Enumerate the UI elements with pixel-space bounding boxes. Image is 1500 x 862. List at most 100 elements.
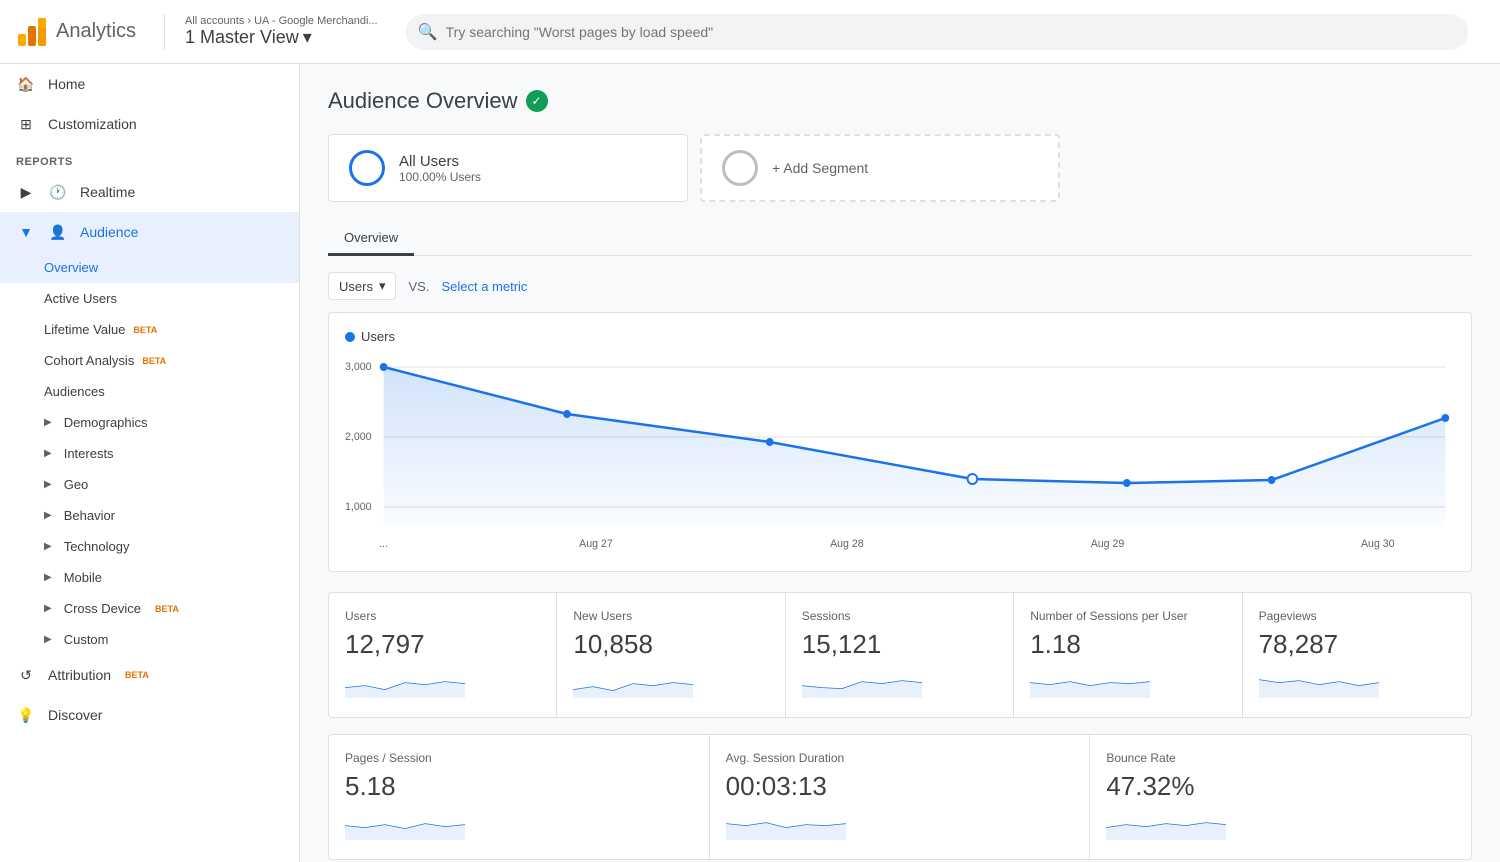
sidebar-group-demographics[interactable]: ▶ Demographics xyxy=(0,407,299,438)
metric-label-pages-session: Pages / Session xyxy=(345,751,693,765)
search-bar[interactable]: 🔍 xyxy=(406,14,1468,50)
sidebar-sub-cohort[interactable]: Cohort Analysis BETA xyxy=(0,345,299,376)
sidebar-sub-overview[interactable]: Overview xyxy=(0,252,299,283)
clock-icon: 🕐 xyxy=(48,182,68,202)
segment-circle-blue xyxy=(349,150,385,186)
sidebar-group-behavior[interactable]: ▶ Behavior xyxy=(0,500,299,531)
sidebar-sub-lifetime-value[interactable]: Lifetime Value BETA xyxy=(0,314,299,345)
segments-row: All Users 100.00% Users + Add Segment xyxy=(328,134,1472,202)
sidebar-group-technology[interactable]: ▶ Technology xyxy=(0,531,299,562)
logo-area: Analytics xyxy=(16,16,136,48)
sidebar-group-mobile[interactable]: ▶ Mobile xyxy=(0,562,299,593)
add-segment-label: + Add Segment xyxy=(772,160,868,176)
sidebar-group-header-custom[interactable]: ▶ Custom xyxy=(0,624,299,655)
sidebar-sub-active-users[interactable]: Active Users xyxy=(0,283,299,314)
metric-dropdown-arrow: ▾ xyxy=(379,278,386,294)
sidebar-sub-audiences[interactable]: Audiences xyxy=(0,376,299,407)
sidebar-sub-item-lifetime-value[interactable]: Lifetime Value BETA xyxy=(44,314,299,345)
sidebar-item-discover[interactable]: 💡 Discover xyxy=(0,695,299,735)
svg-text:1,000: 1,000 xyxy=(345,501,372,513)
sidebar-group-cross-device[interactable]: ▶ Cross Device BETA xyxy=(0,593,299,624)
sidebar-group-header-mobile[interactable]: ▶ Mobile xyxy=(0,562,299,593)
sidebar-group-header-cross-device[interactable]: ▶ Cross Device BETA xyxy=(0,593,299,624)
cohort-beta-badge: BETA xyxy=(142,356,166,366)
tabs-row: Overview xyxy=(328,222,1472,256)
metric-label-pageviews: Pageviews xyxy=(1259,609,1455,623)
realtime-label: Realtime xyxy=(80,184,135,200)
home-label: Home xyxy=(48,76,85,92)
sidebar-group-header-technology[interactable]: ▶ Technology xyxy=(0,531,299,562)
metric-label-sessions-per-user: Number of Sessions per User xyxy=(1030,609,1225,623)
svg-text:Aug 27: Aug 27 xyxy=(579,538,613,550)
custom-chevron-icon: ▶ xyxy=(44,634,52,645)
sparkline-avg-session-duration xyxy=(726,810,846,840)
sparkline-sessions-per-user xyxy=(1030,668,1150,698)
metric-cell-avg-session-duration: Avg. Session Duration 00:03:13 xyxy=(710,735,1091,859)
sidebar-sub-item-cohort[interactable]: Cohort Analysis BETA xyxy=(44,345,299,376)
select-metric-link[interactable]: Select a metric xyxy=(441,279,527,294)
search-input[interactable] xyxy=(406,14,1468,50)
sidebar-group-custom[interactable]: ▶ Custom xyxy=(0,624,299,655)
segment-sub: 100.00% Users xyxy=(399,170,481,184)
metrics-grid-2: Pages / Session 5.18 Avg. Session Durati… xyxy=(328,734,1472,860)
attribution-label: Attribution xyxy=(48,667,111,683)
attribution-beta-badge: BETA xyxy=(125,670,149,680)
search-icon: 🔍 xyxy=(418,22,438,42)
metric-label-new-users: New Users xyxy=(573,609,768,623)
metric-dropdown[interactable]: Users ▾ xyxy=(328,272,396,300)
sidebar-item-home[interactable]: 🏠 Home xyxy=(0,64,299,104)
chart-wrapper: Users 3,000 2,000 1,000 xyxy=(328,312,1472,572)
topbar: Analytics All accounts › UA - Google Mer… xyxy=(0,0,1500,64)
metrics-grid-1: Users 12,797 New Users 10,858 Sessions 1… xyxy=(328,592,1472,718)
line-chart: 3,000 2,000 1,000 xyxy=(345,352,1455,552)
app-title: Analytics xyxy=(56,20,136,43)
sparkline-bounce-rate xyxy=(1106,810,1226,840)
metric-dropdown-label: Users xyxy=(339,279,373,294)
mobile-chevron-icon: ▶ xyxy=(44,572,52,583)
sidebar-item-audience[interactable]: ▼ 👤 Audience xyxy=(0,212,299,252)
sidebar-item-realtime[interactable]: ▶ 🕐 Realtime xyxy=(0,172,299,212)
reports-section-label: REPORTS xyxy=(0,144,299,172)
svg-text:Aug 30: Aug 30 xyxy=(1361,538,1395,550)
metric-cell-pages-session: Pages / Session 5.18 xyxy=(329,735,710,859)
sidebar-item-customization[interactable]: ⊞ Customization xyxy=(0,104,299,144)
metric-value-users: 12,797 xyxy=(345,629,540,660)
audience-collapse-icon: ▼ xyxy=(16,222,36,242)
metric-cell-new-users: New Users 10,858 xyxy=(557,593,785,717)
chart-controls: Users ▾ VS. Select a metric xyxy=(328,272,1472,300)
metric-cell-pageviews: Pageviews 78,287 xyxy=(1243,593,1471,717)
svg-text:...: ... xyxy=(379,538,388,550)
metric-cell-sessions: Sessions 15,121 xyxy=(786,593,1014,717)
legend-dot-users xyxy=(345,332,355,342)
segment-circle-grey xyxy=(722,150,758,186)
technology-chevron-icon: ▶ xyxy=(44,541,52,552)
sidebar-group-interests[interactable]: ▶ Interests xyxy=(0,438,299,469)
metric-value-sessions-per-user: 1.18 xyxy=(1030,629,1225,660)
sidebar-item-attribution[interactable]: ↺ Attribution BETA xyxy=(0,655,299,695)
demographics-chevron-icon: ▶ xyxy=(44,417,52,428)
customization-icon: ⊞ xyxy=(16,114,36,134)
view-name-dropdown[interactable]: 1 Master View ▾ xyxy=(185,27,378,48)
metric-value-bounce-rate: 47.32% xyxy=(1106,771,1455,802)
sidebar-group-header-behavior[interactable]: ▶ Behavior xyxy=(0,500,299,531)
sidebar-group-header-geo[interactable]: ▶ Geo xyxy=(0,469,299,500)
sidebar-group-header-demographics[interactable]: ▶ Demographics xyxy=(0,407,299,438)
tab-overview[interactable]: Overview xyxy=(328,222,414,256)
sparkline-pages-session xyxy=(345,810,465,840)
sidebar-sub-item-audiences[interactable]: Audiences xyxy=(44,376,299,407)
add-segment-card[interactable]: + Add Segment xyxy=(700,134,1060,202)
breadcrumb: All accounts › UA - Google Merchandi... xyxy=(185,15,378,27)
sidebar-sub-item-overview[interactable]: Overview xyxy=(44,252,299,283)
svg-text:2,000: 2,000 xyxy=(345,431,372,443)
customization-label: Customization xyxy=(48,116,137,132)
account-nav[interactable]: All accounts › UA - Google Merchandi... … xyxy=(185,15,378,48)
sidebar-group-geo[interactable]: ▶ Geo xyxy=(0,469,299,500)
metric-label-users: Users xyxy=(345,609,540,623)
page-title: Audience Overview xyxy=(328,88,518,114)
sidebar-sub-item-active-users[interactable]: Active Users xyxy=(44,283,299,314)
sidebar-group-header-interests[interactable]: ▶ Interests xyxy=(0,438,299,469)
svg-text:Aug 29: Aug 29 xyxy=(1091,538,1125,550)
sparkline-users xyxy=(345,668,465,698)
main-layout: 🏠 Home ⊞ Customization REPORTS ▶ 🕐 Realt… xyxy=(0,64,1500,862)
dropdown-arrow-icon: ▾ xyxy=(303,27,312,48)
